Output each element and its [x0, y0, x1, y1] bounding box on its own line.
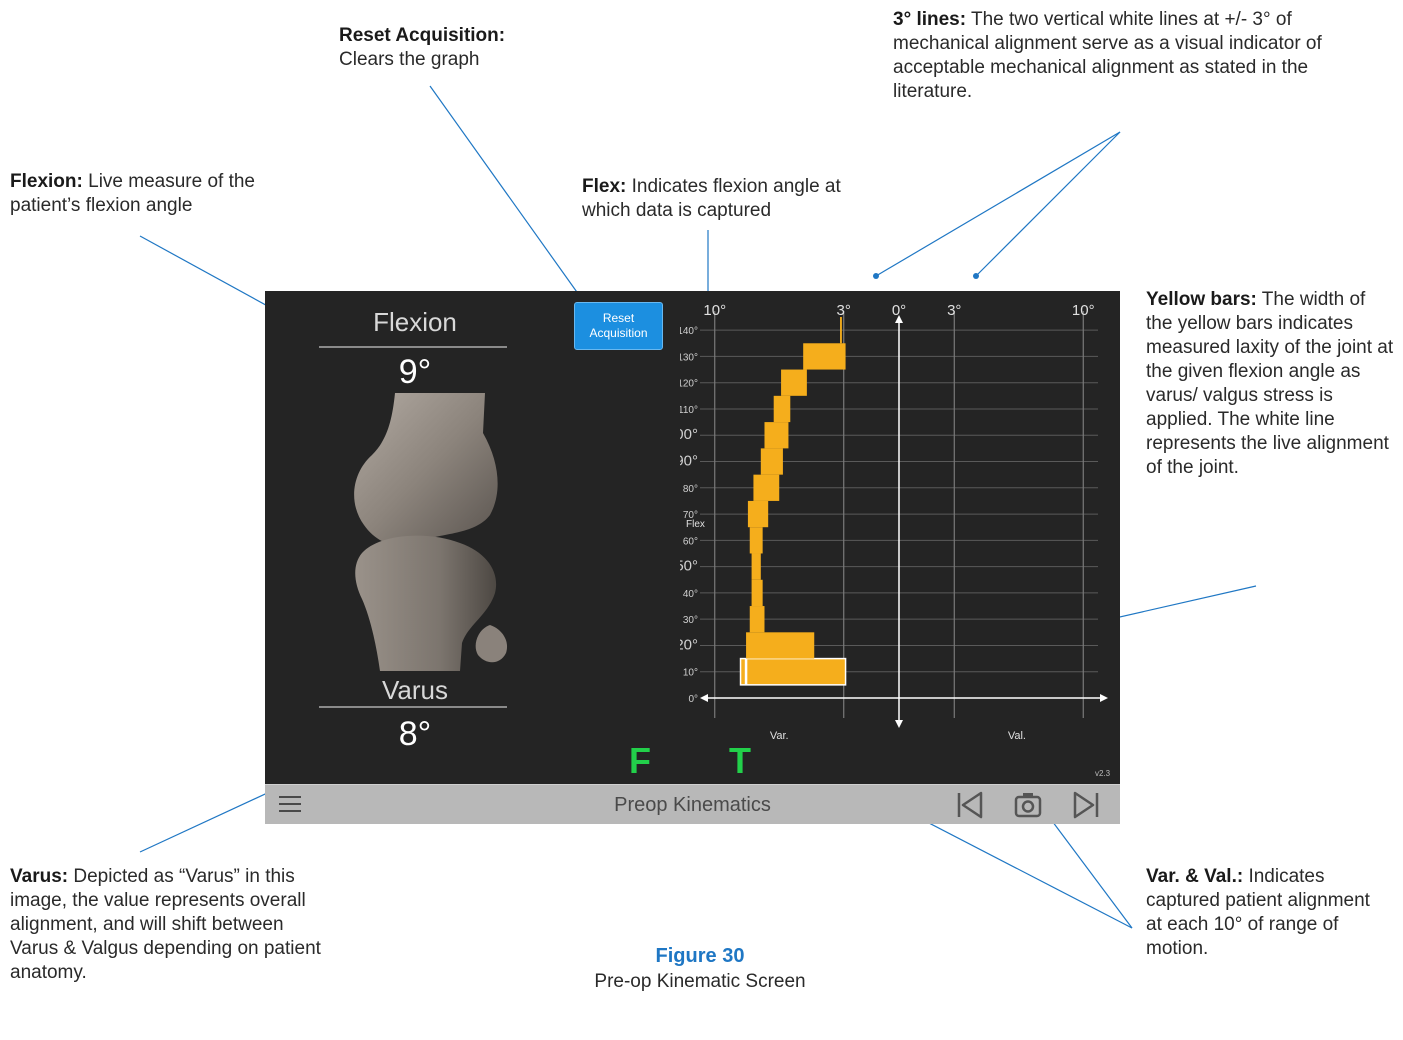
skip-back-icon[interactable]: [955, 790, 985, 820]
x-tick-label: 3°: [837, 302, 851, 319]
femur-tracker-indicator: F: [629, 740, 651, 781]
y-tick-label: 50°: [680, 558, 698, 575]
callout-yellow-bars: Yellow bars: The width of the yellow bar…: [1146, 289, 1394, 478]
callout-flex: Flex: Indicates flexion angle at which d…: [582, 176, 841, 221]
x-axis-arrow-left: [700, 694, 708, 702]
y-tick-label: 20°: [680, 636, 698, 653]
flexion-label: Flexion: [373, 307, 457, 337]
knee-joint-image: [354, 393, 508, 671]
y-tick-label: 30°: [683, 615, 698, 626]
camera-icon[interactable]: [1013, 790, 1043, 820]
laxity-bar: [747, 500, 769, 528]
laxity-bar: [751, 579, 763, 607]
y-tick-label: 140°: [680, 326, 698, 337]
figure-title: Figure 30: [655, 945, 745, 967]
y-tick-label: 40°: [683, 589, 698, 600]
x-axis-label-var: Var.: [770, 730, 789, 742]
x-axis-arrow-right: [1100, 694, 1108, 702]
laxity-bar: [746, 632, 815, 659]
left-panel: Flexion 9° Varus 8°: [265, 291, 565, 784]
y-tick-label: 90°: [680, 453, 698, 470]
y-tick-label: 0°: [688, 694, 698, 705]
callout-reset-acquisition: Reset Acquisition: Clears the graph: [339, 25, 506, 70]
laxity-bar: [773, 395, 791, 423]
zero-axis-arrow-down: [895, 720, 903, 728]
bottom-bar: Preop Kinematics: [265, 784, 1120, 824]
y-tick-label: 80°: [683, 484, 698, 495]
varus-value: 8°: [398, 715, 432, 753]
callout-var-val: Var. & Val.: Indicates captured patient …: [1146, 866, 1370, 959]
laxity-chart: 0°10°20°30°40°50°60°70°80°90°100°110°120…: [680, 302, 1108, 742]
laxity-bar: [749, 527, 763, 554]
y-tick-label: 130°: [680, 352, 698, 363]
skip-forward-icon[interactable]: [1071, 790, 1101, 820]
laxity-bar: [803, 343, 846, 370]
varus-divider: [319, 706, 507, 708]
screen-title: Preop Kinematics: [614, 794, 771, 816]
y-tick-label: 60°: [683, 536, 698, 547]
varus-label: Varus: [382, 675, 448, 705]
x-tick-label: 10°: [703, 302, 726, 319]
y-tick-label: 120°: [680, 379, 698, 390]
flexion-value: 9°: [398, 353, 432, 391]
laxity-bar: [751, 553, 761, 580]
figure-caption: Pre-op Kinematic Screen: [594, 971, 806, 992]
laxity-bar: [739, 657, 847, 686]
laxity-bar: [753, 474, 780, 501]
y-axis-label: Flex: [686, 519, 705, 530]
laxity-bar: [764, 422, 789, 449]
y-tick-label: 10°: [683, 668, 698, 679]
laxity-bar: [749, 606, 765, 633]
laxity-bar: [760, 448, 783, 475]
x-tick-label: 10°: [1072, 302, 1095, 319]
laxity-bar: [840, 317, 842, 344]
callout-flexion: Flexion: Live measure of the patient’s f…: [10, 171, 255, 216]
x-axis-label-val: Val.: [1008, 730, 1026, 742]
version-label: v2.3: [1095, 769, 1111, 778]
callout-varus: Varus: Depicted as “Varus” in this image…: [10, 866, 321, 983]
reset-acquisition-button[interactable]: Reset Acquisition: [574, 302, 663, 350]
y-tick-label: 100°: [680, 426, 698, 443]
x-tick-label: 3°: [947, 302, 961, 319]
device-screen: Flexion 9° Varus 8° Reset Acquisition F …: [265, 291, 1120, 824]
y-tick-label: 110°: [680, 405, 698, 416]
laxity-bar: [781, 369, 807, 396]
callout-three-degree-lines: 3° lines: The two vertical white lines a…: [893, 9, 1322, 102]
flexion-divider: [319, 346, 507, 348]
